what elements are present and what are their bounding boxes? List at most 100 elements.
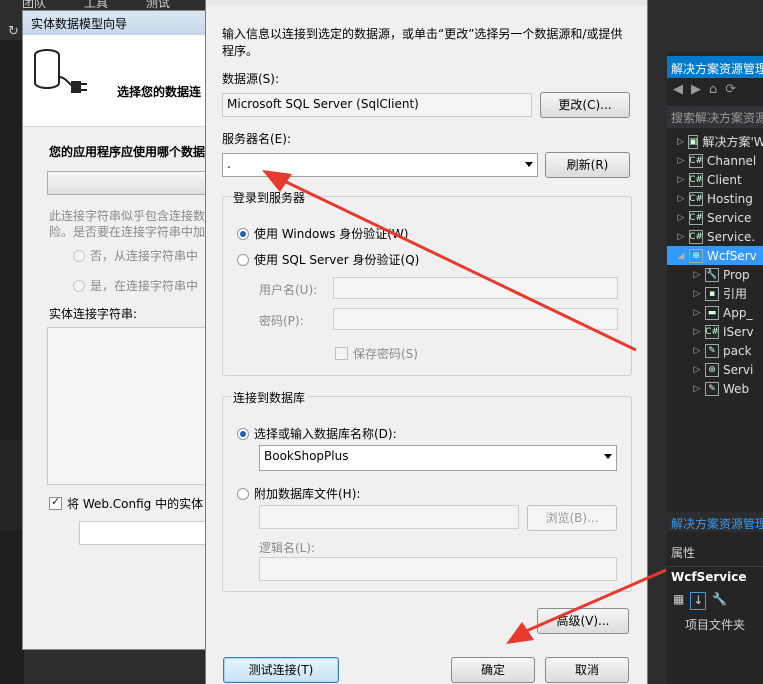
tree-item[interactable]: ▷ ▪ 引用 [667,284,763,303]
expanded-icon[interactable]: ◢ [677,251,685,261]
expand-icon[interactable]: ▷ [693,365,701,375]
tree-item[interactable]: ▷ ▣ 解决方案'W [667,132,763,151]
wrench-icon[interactable]: 🔧 [712,592,727,610]
wizard-question: 您的应用程序应使用哪个数据 [49,145,206,159]
option-no-label: 否，从连接字符串中 [90,249,199,263]
select-db-label: 选择或输入数据库名称(D): [254,427,397,441]
solution-search-input[interactable]: 搜索解决方案资源管 [667,106,763,128]
tree-item-label: Hosting [707,191,753,206]
properties-toolbar: ▦ ↓ 🔧 [667,590,763,612]
tree-item-label: 引用 [723,287,748,301]
tree-item[interactable]: ▷ 🔧 Prop [667,265,763,284]
tree-item[interactable]: ▷ ✎ pack [667,341,763,360]
expand-icon[interactable]: ▷ [677,137,684,147]
expand-icon[interactable]: ▷ [693,270,701,280]
sensitive-text-line1: 此连接字符串似乎包含连接数 [49,209,206,223]
logical-name-input[interactable] [259,557,617,581]
expand-icon[interactable]: ▷ [677,194,685,204]
select-db-radio[interactable] [237,427,249,440]
csharp-project-icon: C# [689,229,703,244]
expand-icon[interactable]: ▷ [693,308,701,318]
advanced-button[interactable]: 高级(V)... [537,608,629,634]
dialog-top-edge [206,0,647,6]
refresh-button[interactable]: 刷新(R) [545,152,630,178]
tree-item-label: Service. [707,229,756,244]
solution-tree: ▷ ▣ 解决方案'W ▷ C# Channel ▷ C# Client ▷ C# Hosting ▷ C#… [667,132,763,398]
attach-db-radio[interactable] [237,487,249,500]
login-group-title: 登录到服务器 [231,189,308,206]
windows-auth-radio[interactable] [237,227,249,240]
wizard-header: 选择您的数据连 [23,35,221,127]
connection-select[interactable] [47,171,227,195]
wizard-header-text: 选择您的数据连 [117,85,202,99]
forward-icon[interactable]: ▶ [691,82,701,102]
tree-item[interactable]: ▷ C# Channel [667,151,763,170]
expand-icon[interactable]: ▷ [677,156,685,166]
attach-file-input[interactable] [259,505,519,529]
solution-explorer-title[interactable]: 解决方案资源管理器 [667,56,763,78]
datasource-label: 数据源(S): [222,72,280,86]
radio-no[interactable] [73,249,85,262]
save-password-option[interactable]: 保存密码(S) [335,345,418,362]
tree-item-label: Client [707,172,742,187]
tree-item[interactable]: ▷ C# Service. [667,227,763,246]
database-group: 连接到数据库 选择或输入数据库名称(D): BookShopPlus 附加数据库… [222,389,632,592]
tree-item[interactable]: ▷ ▬ App_ [667,303,763,322]
password-label: 密码(P): [259,314,304,328]
csharp-file-icon: C# [705,324,719,339]
sync-icon[interactable]: ⟳ [725,82,736,102]
chevron-down-icon[interactable] [604,454,612,459]
expand-icon[interactable]: ▷ [693,289,701,299]
tree-item[interactable]: ▷ ⊛ Servi [667,360,763,379]
option-no[interactable]: 否，从连接字符串中 [73,247,198,264]
radio-yes[interactable] [73,279,85,292]
server-combobox[interactable]: . [222,153,538,177]
test-connection-button[interactable]: 测试连接(T) [223,657,339,683]
references-icon: ▪ [705,286,719,301]
tree-item[interactable]: ▷ C# Client [667,170,763,189]
tree-item[interactable]: ▷ C# IServ [667,322,763,341]
chevron-down-icon[interactable] [525,162,533,167]
sort-az-icon[interactable]: ↓ [690,592,707,610]
back-icon[interactable]: ◀ [673,82,683,102]
ok-button[interactable]: 确定 [451,657,535,683]
save-webconfig-option[interactable]: 将 Web.Config 中的实体 [49,495,203,512]
cancel-button[interactable]: 取消 [545,657,629,683]
option-yes[interactable]: 是，在连接字符串中 [73,277,198,294]
save-password-checkbox[interactable] [335,347,348,360]
solution-explorer-tab[interactable]: 解决方案资源管理 [667,512,763,532]
sql-auth-radio[interactable] [237,253,249,266]
tree-item[interactable]: ▷ C# Service [667,208,763,227]
home-icon[interactable]: ⌂ [709,82,717,102]
config-icon: ✎ [705,381,719,396]
tree-item[interactable]: ◢ ⊕ WcfServ [667,246,763,265]
wrench-icon: 🔧 [705,267,719,282]
server-label: 服务器名(E): [222,132,291,146]
sql-auth-option[interactable]: 使用 SQL Server 身份验证(Q) [237,251,419,268]
tree-item-label: Web [723,381,750,396]
solution-icon: ▣ [687,134,699,149]
solution-explorer-toolbar: ◀ ▶ ⌂ ⟳ [667,80,763,104]
select-db-option[interactable]: 选择或输入数据库名称(D): [237,425,397,442]
expand-icon[interactable]: ▷ [677,213,685,223]
categorized-icon[interactable]: ▦ [673,592,684,610]
tree-item[interactable]: ▷ ✎ Web [667,379,763,398]
tree-item-label: App_ [723,305,753,320]
attach-db-option[interactable]: 附加数据库文件(H): [237,485,360,502]
expand-icon[interactable]: ▷ [677,175,685,185]
tree-item[interactable]: ▷ C# Hosting [667,189,763,208]
browse-button[interactable]: 浏览(B)... [527,505,617,531]
expand-icon[interactable]: ▷ [693,346,701,356]
undo-icon[interactable]: ↻ [8,24,19,39]
username-input[interactable] [333,277,618,299]
password-input[interactable] [333,308,618,330]
expand-icon[interactable]: ▷ [693,327,701,337]
change-button[interactable]: 更改(C)... [540,92,630,118]
save-webconfig-checkbox[interactable] [49,495,62,510]
expand-icon[interactable]: ▷ [677,232,685,242]
database-value: BookShopPlus [264,449,349,463]
database-combobox[interactable]: BookShopPlus [259,445,617,471]
properties-object[interactable]: WcfService [667,566,763,588]
expand-icon[interactable]: ▷ [693,384,701,394]
windows-auth-option[interactable]: 使用 Windows 身份验证(W) [237,225,408,242]
